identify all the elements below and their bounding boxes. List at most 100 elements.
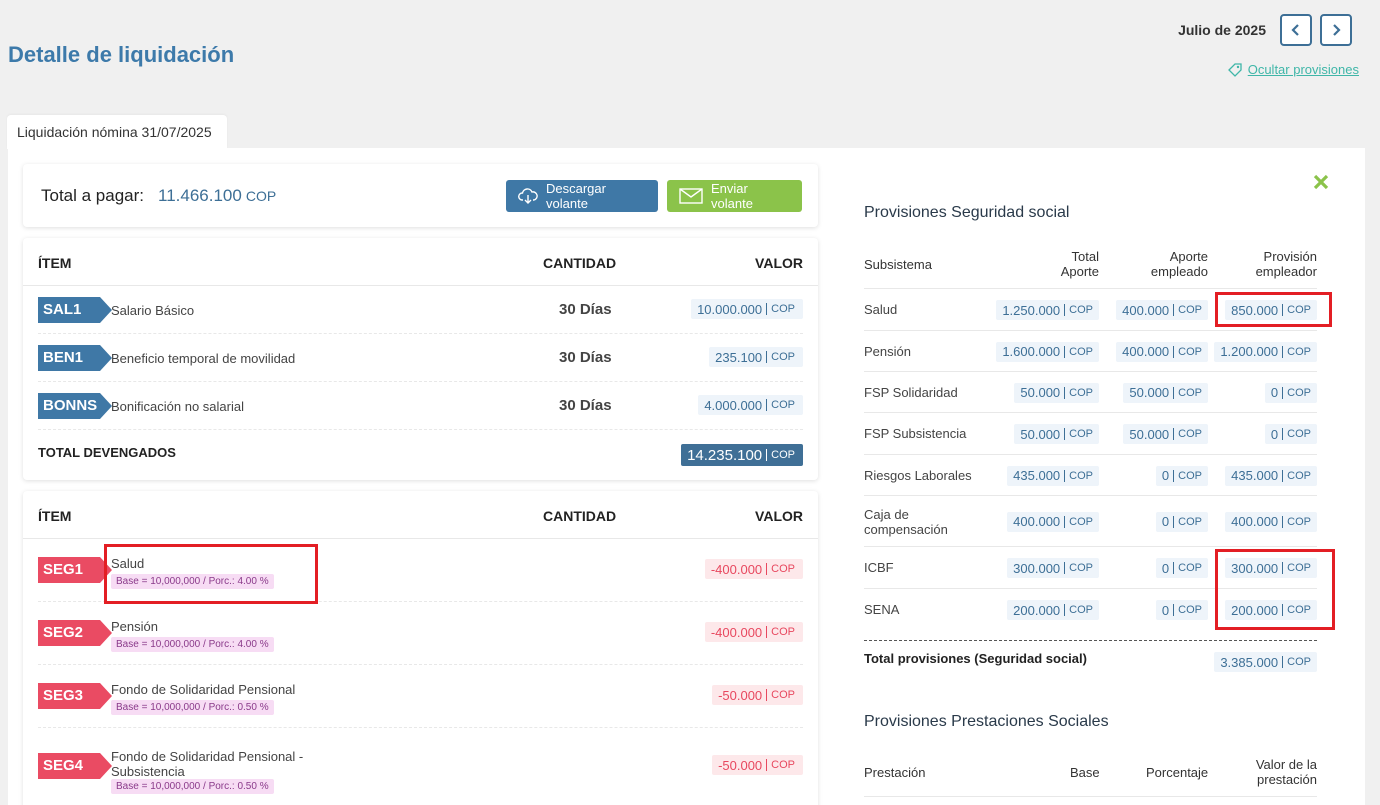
provision-currency: COP [1064,428,1093,440]
next-period-button[interactable] [1320,14,1352,46]
provisions-ss-title: Provisiones Seguridad social [864,204,1070,221]
item-desc: Fondo de Solidaridad Pensional - Subsist… [111,749,304,779]
item-code-badge: BEN1 [38,345,112,371]
provision-amount: 0 [1270,426,1279,442]
earnings-table: ÍTEM CANTIDAD VALOR SAL1 Salario Básico … [23,238,818,480]
prev-period-button[interactable] [1280,14,1312,46]
provision-currency: COP [1173,386,1202,399]
provision-amount: 0 [1161,514,1170,529]
provision-amount: 0 [1161,468,1170,483]
item-desc: Beneficio temporal de movilidad [111,351,296,366]
item-value: 235.100 COP [709,347,803,367]
col-base: Base [1070,765,1100,780]
tab-liquidacion[interactable]: Liquidación nómina 31/07/2025 [7,115,227,149]
table-row: SEG4 Fondo de Solidaridad Pensional - Su… [38,728,803,805]
provision-currency: COP [1064,386,1093,399]
deductions-header: ÍTEM CANTIDAD VALOR [23,491,818,539]
highlight-box [104,544,318,604]
period-selector: Julio de 2025 [1178,14,1352,46]
hide-provisions-link[interactable]: Ocultar provisiones [1227,62,1359,77]
value-currency: COP [766,759,795,771]
provision-amount: 50.000 [1129,426,1170,442]
total-value: 11.466.100 COP [158,186,276,206]
total-currency: COP [245,188,277,204]
chevron-right-icon [1333,24,1341,36]
table-row: SEG3 Fondo de Solidaridad Pensional Base… [38,665,803,728]
item-code-badge: SEG3 [38,683,112,709]
item-code: BEN1 [38,345,100,371]
provision-total-value: 50.000 COP [1014,382,1099,403]
col-subsystem: Subsistema [864,257,932,272]
provision-currency: COP [1064,515,1093,528]
provision-amount: 400.000 [1122,302,1170,318]
value-amount: 10.000.000 [697,301,763,317]
col-percent: Porcentaje [1146,765,1209,780]
item-value: -50.000 COP [712,755,803,775]
total-card: Total a pagar: 11.466.100 COP Descargar v… [23,164,818,227]
col-qty: CANTIDAD [543,508,617,524]
provision-amount: 200.000 [1013,602,1061,618]
table-row: SAL1 Salario Básico 30 Días 10.000.000 CO… [38,286,803,334]
total-earnings-amount: 14.235.100 [687,446,763,464]
provision-currency: COP [1173,515,1202,528]
provision-amount: 50.000 [1020,385,1061,400]
provision-amount: 400.000 [1231,514,1279,529]
provision-amount: 435.000 [1013,468,1061,483]
deductions-table: ÍTEM CANTIDAD VALOR SEG1 Salud Base = 10… [23,491,818,805]
tag-icon [1227,62,1242,77]
item-detail-badge: Base = 10,000,000 / Porc.: 0.50 % [111,779,274,794]
provision-total-value: 200.000 COP [1007,600,1099,620]
provision-amount: 435.000 [1231,468,1279,483]
value-currency: COP [766,689,795,701]
send-voucher-button[interactable]: Enviar volante [667,180,802,212]
hide-provisions-label: Ocultar provisiones [1247,62,1359,77]
item-desc: Fondo de Solidaridad Pensional [111,682,296,697]
provision-employee-value: 0 COP [1155,511,1208,532]
download-voucher-button[interactable]: Descargar volante [506,180,658,212]
provision-amount: 400.000 [1122,344,1170,359]
subsystem-name: Caja de compensación [864,506,948,537]
total-earnings-label: TOTAL DEVENGADOS [38,445,176,460]
item-desc: Bonificación no salarial [111,399,244,414]
provision-currency: COP [1064,345,1093,358]
value-amount: -400.000 [710,561,763,577]
value-currency: COP [766,351,795,363]
total-earnings-currency: COP [766,449,795,461]
col-benefit-value: Valor de la prestación [1255,757,1317,787]
col-value: VALOR [755,255,803,271]
provisions-total-value: 3.385.000 COP [1214,652,1317,672]
provisions-benefits-header: Prestación Base Porcentaje Valor de la p… [864,757,1317,797]
provision-employer-value: 0 COP [1264,424,1317,444]
table-row: BONNS Bonificación no salarial 30 Días 4… [38,382,803,430]
provisions-total-label: Total provisiones (Seguridad social) [864,651,1087,666]
total-earnings-value: 14.235.100 COP [681,444,803,466]
provision-currency: COP [1064,304,1093,316]
envelope-icon [679,188,703,204]
item-qty: 30 Días [559,301,612,318]
total-label: Total a pagar: [41,186,145,205]
value-amount: -50.000 [718,687,763,703]
close-provisions-button[interactable] [1313,170,1329,196]
value-currency: COP [766,399,795,411]
provision-currency: COP [1173,604,1202,616]
item-value: -400.000 COP [704,559,803,579]
provisions-row: FSP Subsistencia 50.000 COP 50.000 COP 0 COP [864,412,1317,454]
item-code-badge: BONNS [38,393,112,419]
provisions-benefits-title: Provisiones Prestaciones Sociales [864,713,1109,730]
item-code: BONNS [38,393,100,419]
item-code-badge: SEG2 [38,620,112,646]
earnings-header: ÍTEM CANTIDAD VALOR [23,238,818,286]
col-employee: Aporte empleado [1150,249,1208,279]
provision-total-value: 1.600.000 COP [996,341,1099,362]
chevron-left-icon [1291,24,1299,36]
item-code: SEG1 [38,557,100,583]
table-row: SEG2 Pensión Base = 10,000,000 / Porc.: … [38,602,803,665]
provision-currency: COP [1064,469,1093,482]
provisions-row: FSP Solidaridad 50.000 COP 50.000 COP 0 COP [864,371,1317,412]
col-employer: Provisión empleador [1255,249,1317,279]
value-currency: COP [766,563,795,575]
item-detail-badge: Base = 10,000,000 / Porc.: 0.50 % [111,700,274,715]
value-amount: 4.000.000 [704,397,763,413]
download-voucher-label: Descargar volante [546,181,606,211]
provision-employer-value: 400.000 COP [1225,511,1317,532]
